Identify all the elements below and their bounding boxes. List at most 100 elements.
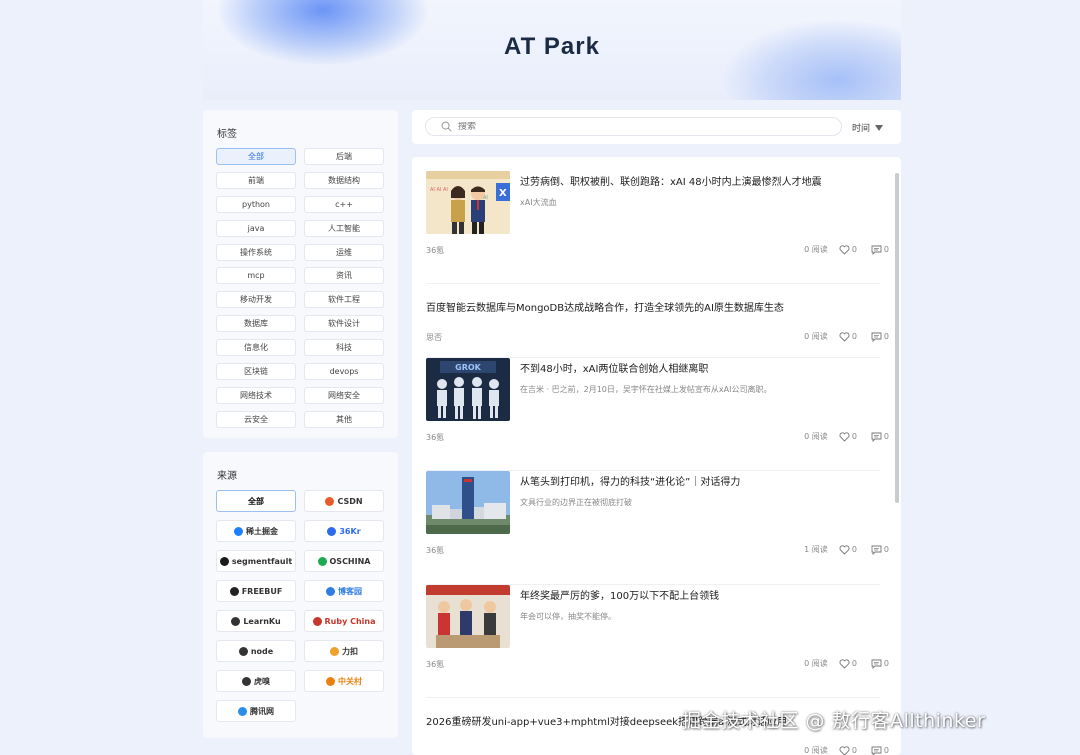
source-label: CSDN [337,496,363,506]
caret-down-icon [875,124,884,131]
tag-button[interactable]: 区块链 [216,363,296,381]
article-title[interactable]: 百度智能云数据库与MongoDB达成战略合作，打造全球领先的AI原生数据库生态 [426,299,784,314]
tag-button[interactable]: 全部 [216,148,296,165]
tag-button[interactable]: 移动开发 [216,291,296,309]
article-thumbnail[interactable] [426,471,510,534]
comment-icon [871,245,882,255]
article-summary: 年会可以停，抽奖不能停。 [520,612,616,621]
tag-button[interactable]: 云安全 [216,410,296,428]
source-label: FREEBUF [241,586,283,596]
source-oschina-logo[interactable]: OSCHINA [304,550,384,572]
tag-button[interactable]: 软件工程 [304,291,384,309]
article-stats: 0 阅读 0 0 [794,431,889,442]
tag-button[interactable]: 人工智能 [304,219,384,237]
tag-button[interactable]: 前端 [216,171,296,189]
juejin-logo-icon [234,526,243,536]
source-qq-news-logo[interactable]: 腾讯网 [216,700,296,722]
search-icon [441,121,452,132]
article-list: AI AI AI xAI X 过劳病倒、职权被削、联创跑路：xAI 48小时内上演… [412,157,901,755]
csdn-logo-icon [325,496,335,506]
article-author: 36氪 [426,246,445,255]
sources-title: 来源 [217,471,237,482]
tag-button[interactable]: 信息化 [216,339,296,357]
source-segmentfault-logo[interactable]: segmentfault [216,550,296,572]
like-button[interactable]: 0 [839,544,857,555]
tag-button[interactable]: 运维 [304,243,384,261]
article-title[interactable]: 不到48小时，xAI两位联合创始人相继离职 [520,360,708,375]
article-item[interactable]: AI AI AI xAI X 过劳病倒、职权被削、联创跑路：xAI 48小时内上演… [426,171,889,284]
source-label: 全部 [248,496,264,506]
tag-button[interactable]: 网络技术 [216,386,296,404]
tag-button[interactable]: 数据库 [216,315,296,333]
tag-grid: 全部 后端 前端 数据结构 python c++ java 人工智能 操作系统 运维 mcp 资讯 移动… [216,148,385,428]
comment-icon [871,332,882,342]
tag-button[interactable]: 资讯 [304,267,384,285]
tag-button[interactable]: 其他 [304,410,384,428]
tag-button[interactable]: 软件设计 [304,315,384,333]
article-item[interactable]: 从笔头到打印机，得力的科技“进化论”｜对话得力 文具行业的边界正在被彻底打破 36氪… [426,471,889,585]
comment-icon [871,659,882,669]
watermark-text: 掘金技术社区 @ 敖行客Allthinker [682,710,986,732]
source-huxiu-logo[interactable]: 虎嗅 [216,670,296,692]
comment-button[interactable]: 0 [871,659,889,669]
source-csdn-logo[interactable]: CSDN [304,490,384,512]
source-rubychina-logo[interactable]: Ruby China [304,610,384,632]
like-icon [839,431,850,442]
tag-button[interactable]: 后端 [304,148,384,165]
tag-button[interactable]: devops [304,363,384,381]
comment-button[interactable]: 0 [871,332,889,342]
segmentfault-logo-icon [219,556,229,566]
source-juejin-logo[interactable]: 稀土掘金 [216,520,296,542]
sort-dropdown[interactable]: 时间 [852,121,884,134]
tag-button[interactable]: 科技 [304,339,384,357]
article-thumbnail[interactable]: AI AI AI xAI X [426,171,510,234]
article-summary: xAI大流血 [520,198,557,207]
tag-button[interactable]: python [216,195,296,213]
read-count: 0 阅读 [804,432,828,441]
article-item[interactable]: GROK 不到48小时，xAI两位联合创始人相继离职 在吉米 · 巴之前，2月10… [426,358,889,471]
search-box[interactable] [425,117,842,136]
article-title[interactable]: 从笔头到打印机，得力的科技“进化论”｜对话得力 [520,473,740,488]
source-all[interactable]: 全部 [216,490,296,512]
like-button[interactable]: 0 [839,431,857,442]
search-input[interactable] [458,121,818,132]
36kr-logo-icon [327,526,337,536]
comment-icon [871,746,882,755]
like-button[interactable]: 0 [839,244,857,255]
like-icon [839,244,850,255]
like-button[interactable]: 0 [839,745,857,755]
tag-button[interactable]: 网络安全 [304,386,384,404]
source-learnku-logo[interactable]: LearnKu [216,610,296,632]
tag-button[interactable]: 数据结构 [304,171,384,189]
source-36kr-logo[interactable]: 36Kr [304,520,384,542]
tag-button[interactable]: java [216,219,296,237]
like-button[interactable]: 0 [839,331,857,342]
source-nodejs-logo[interactable]: node [216,640,296,662]
article-item[interactable]: 年终奖最严厉的爹，100万以下不配上台领钱 年会可以停，抽奖不能停。 36氪 0 阅… [426,585,889,698]
rubychina-logo-icon [312,616,322,626]
article-thumbnail[interactable] [426,585,510,648]
comment-button[interactable]: 0 [871,245,889,255]
article-item[interactable]: 百度智能云数据库与MongoDB达成战略合作，打造全球领先的AI原生数据库生态思… [426,284,889,358]
comment-button[interactable]: 0 [871,746,889,755]
source-zol-logo[interactable]: 中关村 [304,670,384,692]
site-title: AT Park [504,33,600,60]
source-label: OSCHINA [329,556,371,566]
article-thumbnail[interactable]: GROK [426,358,510,421]
tag-button[interactable]: mcp [216,267,296,285]
article-title[interactable]: 过劳病倒、职权被削、联创跑路：xAI 48小时内上演最惨烈人才地震 [520,173,822,188]
comment-count: 0 [883,545,889,554]
comment-button[interactable]: 0 [871,545,889,555]
source-label: 虎嗅 [254,676,270,686]
scrollbar[interactable] [895,173,899,503]
source-cnblogs-logo[interactable]: 博客园 [304,580,384,602]
comment-count: 0 [883,245,889,254]
like-button[interactable]: 0 [839,658,857,669]
article-title[interactable]: 年终奖最严厉的爹，100万以下不配上台领钱 [520,587,719,602]
tag-button[interactable]: 操作系统 [216,243,296,261]
source-label: segmentfault [231,556,293,566]
source-freebuf-logo[interactable]: FREEBUF [216,580,296,602]
tag-button[interactable]: c++ [304,195,384,213]
source-leetcode-logo[interactable]: 力扣 [304,640,384,662]
comment-button[interactable]: 0 [871,432,889,442]
